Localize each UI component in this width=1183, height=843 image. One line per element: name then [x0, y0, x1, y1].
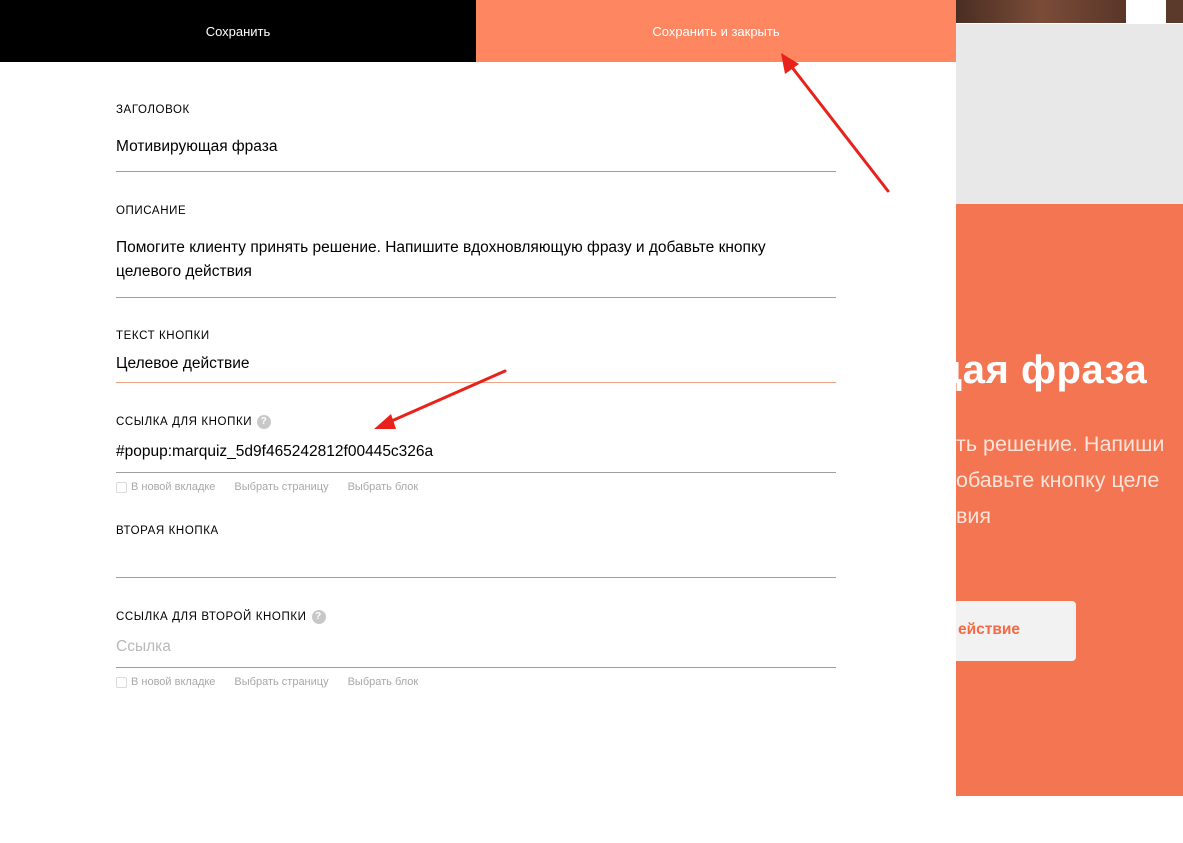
- new-tab-checkbox[interactable]: [116, 481, 127, 493]
- preview-title: щая фраза: [956, 348, 1148, 392]
- help-icon[interactable]: ?: [311, 610, 326, 624]
- description-line-2: целевого действия: [116, 263, 252, 280]
- preview-cta-button-label: ействие: [958, 621, 1021, 638]
- preview-cta-block: щая фраза ть решение. Напиши обавьте кно…: [956, 204, 1183, 796]
- save-and-close-button[interactable]: Сохранить и закрыть: [476, 0, 956, 62]
- title-field: ЗАГОЛОВОК Мотивирующая фраза: [116, 102, 836, 172]
- button-text-field: ТЕКСТ КНОПКИ Целевое действие: [116, 328, 836, 383]
- second-button-input[interactable]: [116, 553, 836, 578]
- choose-block-link[interactable]: Выбрать блок: [348, 481, 419, 493]
- second-link-input[interactable]: Ссылка: [116, 635, 836, 668]
- preview-image: [1166, 0, 1183, 23]
- new-tab-label[interactable]: В новой вкладке: [131, 676, 215, 688]
- description-field: ОПИСАНИЕ Помогите клиенту принять решени…: [116, 203, 836, 298]
- title-label: ЗАГОЛОВОК: [116, 104, 190, 116]
- second-link-options: В новой вкладке Выбрать страницу Выбрать…: [116, 676, 437, 688]
- choose-page-link[interactable]: Выбрать страницу: [234, 676, 328, 688]
- description-line-1: Помогите клиенту принять решение. Напиши…: [116, 239, 766, 256]
- title-input[interactable]: Мотивирующая фраза: [116, 135, 836, 172]
- button-link-options: В новой вкладке Выбрать страницу Выбрать…: [116, 481, 437, 493]
- preview-image: [956, 0, 1126, 23]
- second-link-field: ССЫЛКА ДЛЯ ВТОРОЙ КНОПКИ ? Ссылка: [116, 609, 836, 668]
- button-link-field: ССЫЛКА ДЛЯ КНОПКИ ? #popup:marquiz_5d9f4…: [116, 414, 836, 473]
- second-button-label: ВТОРАЯ КНОПКА: [116, 525, 219, 537]
- button-text-input[interactable]: Целевое действие: [116, 352, 836, 383]
- description-textarea[interactable]: Помогите клиенту принять решение. Напиши…: [116, 236, 836, 298]
- second-button-field: ВТОРАЯ КНОПКА: [116, 523, 836, 578]
- second-link-label: ССЫЛКА ДЛЯ ВТОРОЙ КНОПКИ: [116, 611, 307, 623]
- button-link-label-row: ССЫЛКА ДЛЯ КНОПКИ ?: [116, 414, 836, 430]
- help-icon[interactable]: ?: [257, 415, 272, 429]
- button-link-label: ССЫЛКА ДЛЯ КНОПКИ: [116, 416, 253, 428]
- new-tab-label[interactable]: В новой вкладке: [131, 481, 215, 493]
- editor-panel: Сохранить Сохранить и закрыть ЗАГОЛОВОК …: [0, 0, 956, 843]
- button-link-input[interactable]: #popup:marquiz_5d9f465242812f00445c326a: [116, 440, 836, 473]
- choose-block-link[interactable]: Выбрать блок: [348, 676, 419, 688]
- top-toolbar: Сохранить Сохранить и закрыть: [0, 0, 956, 62]
- save-button[interactable]: Сохранить: [0, 0, 476, 62]
- second-link-label-row: ССЫЛКА ДЛЯ ВТОРОЙ КНОПКИ ?: [116, 609, 836, 625]
- page-preview: щая фраза ть решение. Напиши обавьте кно…: [956, 0, 1183, 843]
- preview-description: ть решение. Напиши обавьте кнопку целе в…: [956, 432, 1165, 528]
- description-label: ОПИСАНИЕ: [116, 205, 187, 217]
- preview-bottom-strip: [956, 796, 1183, 843]
- choose-page-link[interactable]: Выбрать страницу: [234, 481, 328, 493]
- button-text-label: ТЕКСТ КНОПКИ: [116, 330, 210, 342]
- preview-cta-button: ействие: [956, 601, 1076, 661]
- new-tab-checkbox[interactable]: [116, 676, 127, 688]
